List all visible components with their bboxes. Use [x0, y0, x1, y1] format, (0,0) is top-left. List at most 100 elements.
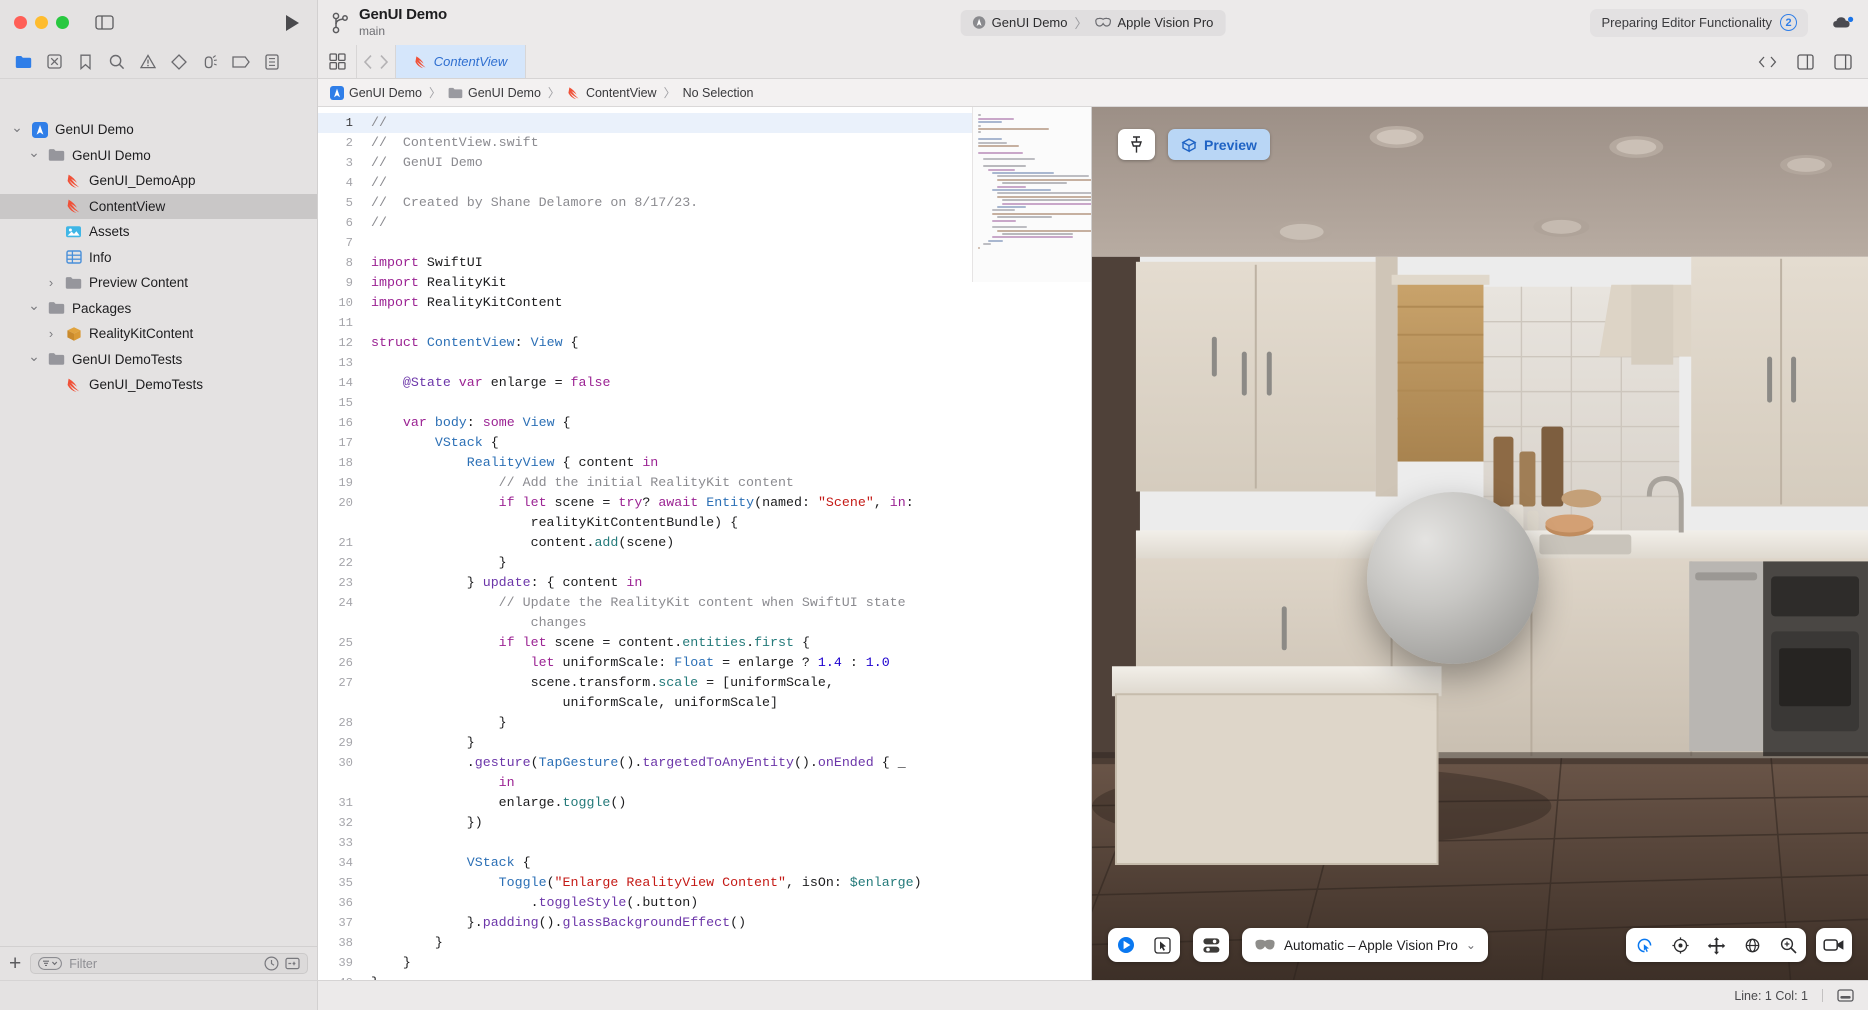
code-text[interactable]: } [363, 933, 1091, 953]
file-tree[interactable]: ⌄GenUI Demo⌄GenUI Demo›GenUI_DemoApp›Con… [0, 107, 317, 946]
scheme-selector[interactable]: GenUI Demo main [332, 7, 447, 39]
inspector-toggle-icon[interactable] [1834, 53, 1852, 70]
minimap-toggle-icon[interactable] [1837, 989, 1854, 1002]
preview-device-selector[interactable]: Automatic – Apple Vision Pro ⌄ [1242, 928, 1488, 962]
code-line[interactable]: 10 import RealityKitContent [318, 293, 1091, 313]
zoom-tool-button[interactable] [1770, 928, 1806, 962]
code-line[interactable]: 18 RealityView { content in [318, 453, 1091, 473]
code-text[interactable]: } [363, 553, 1091, 573]
file-tree-row[interactable]: ›Assets [0, 219, 317, 245]
code-text[interactable]: VStack { [363, 853, 1091, 873]
file-tree-row[interactable]: ›GenUI_DemoApp [0, 168, 317, 194]
zoom-window-button[interactable] [56, 16, 69, 29]
navigator-tab-debug-icon[interactable] [194, 50, 225, 74]
code-line[interactable]: 30 .gesture(TapGesture().targetedToAnyEn… [318, 753, 1091, 793]
pin-preview-button[interactable] [1118, 129, 1155, 160]
code-line[interactable]: 26 let uniformScale: Float = enlarge ? 1… [318, 653, 1091, 673]
assistant-editor-icon[interactable] [1797, 53, 1814, 70]
navigator-tab-search-icon[interactable] [101, 50, 132, 74]
code-line[interactable]: 15 [318, 393, 1091, 413]
code-line[interactable]: 21 content.add(scene) [318, 533, 1091, 553]
inspect-preview-button[interactable] [1144, 928, 1180, 962]
file-tree-row[interactable]: › Preview Content [0, 270, 317, 296]
add-file-button[interactable]: + [9, 953, 21, 974]
preview-canvas[interactable]: Preview Enlarge RealityView Content [1091, 107, 1868, 980]
file-tree-row[interactable]: ›Info [0, 245, 317, 271]
navigator-tab-project-icon[interactable] [8, 50, 39, 74]
code-text[interactable] [363, 393, 1091, 413]
code-line[interactable]: 29 } [318, 733, 1091, 753]
navigator-tab-sourcecontrol-icon[interactable] [39, 50, 70, 74]
pan-target-tool-button[interactable] [1662, 928, 1698, 962]
camera-tools-group[interactable] [1626, 928, 1806, 962]
code-line[interactable]: 38 } [318, 933, 1091, 953]
code-line[interactable]: 27 scene.transform.scale = [uniformScale… [318, 673, 1091, 713]
disclosure-expanded-icon[interactable]: ⌄ [10, 119, 24, 136]
breadcrumb-item-2[interactable]: ContentView [567, 86, 657, 100]
chevron-down-icon[interactable]: ⌄ [1466, 938, 1476, 952]
code-line[interactable]: 20 if let scene = try? await Entity(name… [318, 493, 1091, 533]
code-line[interactable]: 36 .toggleStyle(.button) [318, 893, 1091, 913]
record-group[interactable] [1816, 928, 1852, 962]
code-line[interactable]: 12 struct ContentView: View { [318, 333, 1091, 353]
code-text[interactable]: Toggle("Enlarge RealityView Content", is… [363, 873, 1091, 893]
preview-mode-button[interactable]: Preview [1168, 129, 1270, 160]
3d-sphere-entity[interactable] [1367, 492, 1539, 664]
code-line[interactable]: 19 // Add the initial RealityKit content [318, 473, 1091, 493]
code-line[interactable]: 33 [318, 833, 1091, 853]
disclosure-collapsed-icon[interactable]: › [44, 326, 58, 341]
disclosure-expanded-icon[interactable]: ⌄ [27, 297, 41, 314]
file-tree-row[interactable]: › RealityKitContent [0, 321, 317, 347]
issue-count-badge[interactable]: 2 [1780, 14, 1797, 31]
code-line[interactable]: 24 // Update the RealityKit content when… [318, 593, 1091, 633]
navigator-tab-breakpoints-icon[interactable] [225, 50, 256, 74]
code-line[interactable]: 32 }) [318, 813, 1091, 833]
close-window-button[interactable] [14, 16, 27, 29]
code-text[interactable]: // Add the initial RealityKit content [363, 473, 1091, 493]
code-line[interactable]: 35 Toggle("Enlarge RealityView Content",… [318, 873, 1091, 893]
code-text[interactable]: }.padding().glassBackgroundEffect() [363, 913, 1091, 933]
play-preview-button[interactable] [1108, 928, 1144, 962]
code-minimap[interactable] [972, 107, 1091, 282]
navigator-tab-tests-icon[interactable] [163, 50, 194, 74]
code-text[interactable]: RealityView { content in [363, 453, 1091, 473]
code-text[interactable]: .toggleStyle(.button) [363, 893, 1091, 913]
code-line[interactable]: 17 VStack { [318, 433, 1091, 453]
navigator-tab-bookmark-icon[interactable] [70, 50, 101, 74]
preview-variants-group[interactable] [1193, 928, 1229, 962]
variants-button[interactable] [1193, 928, 1229, 962]
filter-input[interactable]: Filter [30, 953, 308, 974]
navigator-tab-reports-icon[interactable] [256, 50, 287, 74]
editor-options-icon[interactable] [318, 45, 356, 78]
code-text[interactable]: content.add(scene) [363, 533, 1091, 553]
preview-playback-group[interactable] [1108, 928, 1180, 962]
code-line[interactable]: 25 if let scene = content.entities.first… [318, 633, 1091, 653]
code-line[interactable]: 34 VStack { [318, 853, 1091, 873]
navigator-tab-issues-icon[interactable] [132, 50, 163, 74]
code-text[interactable]: } [363, 973, 1091, 980]
disclosure-expanded-icon[interactable]: ⌄ [27, 348, 41, 365]
file-tree-row[interactable]: ›GenUI_DemoTests [0, 372, 317, 398]
file-tree-row[interactable]: ⌄ GenUI DemoTests [0, 347, 317, 373]
disclosure-collapsed-icon[interactable]: › [44, 275, 58, 290]
code-text[interactable] [363, 353, 1091, 373]
code-review-icon[interactable] [1758, 55, 1777, 69]
file-tree-row[interactable]: ›ContentView [0, 193, 317, 219]
code-line[interactable]: 40} [318, 973, 1091, 980]
code-area[interactable]: 1//2// ContentView.swift 3// GenUI Demo 4/… [318, 107, 1091, 980]
editor-history-nav[interactable] [356, 45, 395, 78]
file-tree-row[interactable]: ⌄ GenUI Demo [0, 117, 317, 143]
code-line[interactable]: 13 [318, 353, 1091, 373]
minimize-window-button[interactable] [35, 16, 48, 29]
code-line[interactable]: 11 [318, 313, 1091, 333]
code-text[interactable]: if let scene = try? await Entity(named: … [363, 493, 1091, 533]
destination-selector[interactable]: GenUI Demo 〉 Apple Vision Pro [960, 9, 1226, 36]
code-text[interactable]: VStack { [363, 433, 1091, 453]
file-tree-row[interactable]: ⌄ Packages [0, 296, 317, 322]
code-text[interactable] [363, 833, 1091, 853]
code-line[interactable]: 28 } [318, 713, 1091, 733]
code-line[interactable]: 31 enlarge.toggle() [318, 793, 1091, 813]
file-tree-row[interactable]: ⌄ GenUI Demo [0, 143, 317, 169]
breadcrumb-item-1[interactable]: GenUI Demo [448, 86, 541, 100]
breadcrumb[interactable]: GenUI Demo 〉 GenUI Demo 〉 ContentView 〉 … [318, 79, 1868, 107]
